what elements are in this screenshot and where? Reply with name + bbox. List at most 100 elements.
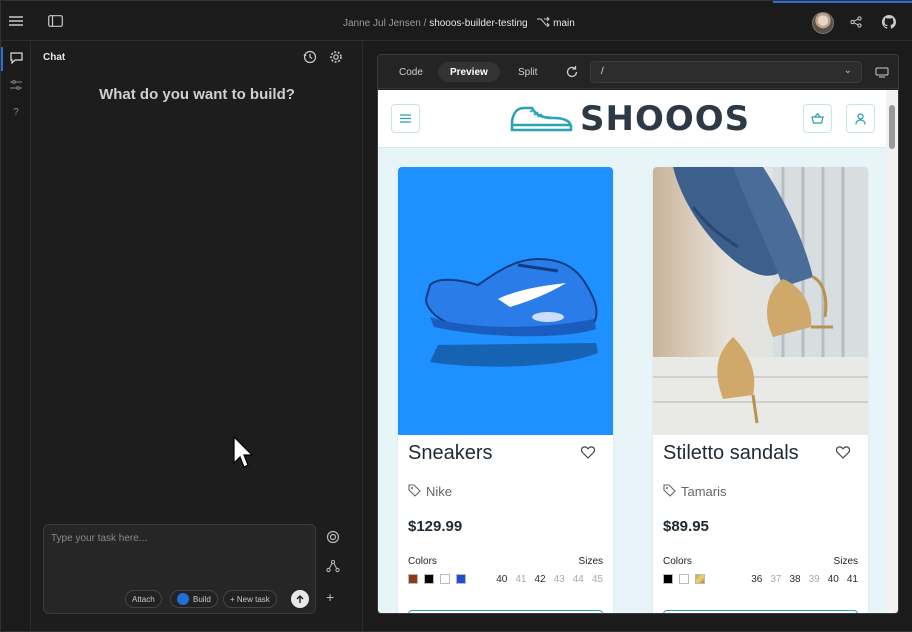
product-price: $89.95 — [663, 518, 709, 535]
site-logo-text[interactable]: SHOOOS — [580, 99, 750, 139]
preview-toolbar: Code Preview Split / ⌄ — [378, 55, 898, 89]
product-image-sneakers[interactable] — [398, 167, 613, 435]
arrow-up-icon — [296, 594, 304, 603]
github-icon[interactable] — [881, 14, 897, 30]
sneaker-logo-icon — [510, 106, 573, 132]
product-name: Stiletto sandals — [663, 442, 799, 464]
tab-preview[interactable]: Preview — [438, 62, 500, 82]
product-name: Sneakers — [408, 442, 493, 464]
user-icon — [855, 112, 866, 125]
sidebar-toggle-icon[interactable] — [46, 13, 64, 29]
build-mode-dot-icon — [177, 593, 189, 605]
hamburger-menu-icon[interactable] — [7, 13, 25, 29]
product-brand: Nike — [426, 484, 453, 499]
new-task-button[interactable]: + New task — [223, 590, 277, 608]
chat-title: Chat — [43, 52, 66, 63]
refresh-icon[interactable] — [565, 65, 579, 79]
user-avatar[interactable] — [812, 12, 834, 34]
chat-icon[interactable] — [8, 51, 24, 65]
site-viewport: SHOOOS Sneakers Nike $129.99 Colors Size… — [378, 90, 888, 613]
scrollbar-thumb[interactable] — [889, 105, 895, 149]
size-option: 39 — [808, 574, 820, 585]
color-swatches — [663, 574, 705, 584]
color-swatch[interactable] — [663, 574, 673, 584]
build-mode-button[interactable]: Build — [170, 590, 218, 608]
rail-active-indicator — [1, 47, 3, 71]
size-options: 40 41 42 43 44 45 — [496, 574, 603, 585]
size-option: 41 — [515, 574, 527, 585]
color-swatch[interactable] — [679, 574, 689, 584]
history-icon[interactable] — [302, 49, 318, 65]
branch-icon — [537, 16, 551, 28]
sizes-label: Sizes — [578, 556, 603, 567]
gear-icon[interactable] — [328, 49, 344, 65]
branch-name: main — [553, 18, 575, 29]
send-button[interactable] — [291, 590, 309, 608]
product-card[interactable]: Stiletto sandals Tamaris $89.95 Colors S… — [653, 167, 868, 613]
colors-label: Colors — [408, 556, 437, 567]
colors-label: Colors — [663, 556, 692, 567]
color-swatches — [408, 574, 466, 584]
user-name: Janne Jul Jensen — [343, 18, 421, 29]
hamburger-icon — [400, 114, 411, 123]
site-header: SHOOOS — [378, 90, 888, 148]
target-icon[interactable] — [326, 530, 340, 549]
heart-icon[interactable] — [580, 446, 596, 464]
color-swatch[interactable] — [424, 574, 434, 584]
plus-icon[interactable]: + — [326, 589, 334, 605]
size-option[interactable]: 40 — [496, 574, 507, 585]
size-option[interactable]: 36 — [751, 574, 762, 585]
graph-icon[interactable] — [326, 559, 340, 578]
breadcrumb: Janne Jul Jensen / shooos-builder-testin… — [343, 16, 575, 29]
size-option: 45 — [591, 574, 603, 585]
add-to-cart-button[interactable] — [408, 610, 603, 613]
color-swatch[interactable] — [456, 574, 466, 584]
add-to-cart-button[interactable] — [663, 610, 858, 613]
settings-sliders-icon[interactable] — [8, 78, 24, 92]
breadcrumb-separator: / — [423, 18, 427, 29]
size-option[interactable]: 41 — [847, 574, 858, 585]
heart-icon[interactable] — [835, 446, 851, 464]
color-swatch[interactable] — [695, 574, 705, 584]
tag-icon — [408, 484, 421, 502]
color-swatch[interactable] — [440, 574, 450, 584]
chevron-down-icon[interactable]: ⌄ — [844, 65, 852, 76]
product-brand: Tamaris — [681, 484, 727, 499]
size-options: 36 37 38 39 40 41 — [751, 574, 858, 585]
product-price: $129.99 — [408, 518, 463, 535]
size-option[interactable]: 40 — [828, 574, 839, 585]
size-option: 43 — [553, 574, 565, 585]
mouse-cursor-icon — [233, 436, 254, 468]
size-option[interactable]: 38 — [790, 574, 801, 585]
account-button[interactable] — [846, 104, 875, 133]
size-option[interactable]: 42 — [535, 574, 546, 585]
help-icon[interactable]: ? — [8, 105, 24, 119]
chat-empty-prompt: What do you want to build? — [99, 86, 295, 103]
url-bar[interactable]: / ⌄ — [590, 61, 862, 83]
task-input[interactable] — [51, 533, 309, 573]
share-icon[interactable] — [849, 15, 863, 29]
branch-selector[interactable]: main — [536, 16, 575, 29]
sizes-label: Sizes — [833, 556, 858, 567]
cart-button[interactable] — [803, 104, 832, 133]
left-rail: ? — [1, 41, 31, 631]
new-task-label: + New task — [230, 594, 270, 604]
task-composer: Attach Build + New task — [43, 524, 316, 614]
basket-icon — [811, 113, 824, 124]
tab-split[interactable]: Split — [506, 62, 549, 82]
preview-scrollbar[interactable] — [886, 90, 898, 613]
preview-frame: Code Preview Split / ⌄ SHOOOS Sneakers N… — [377, 54, 899, 614]
app-window: Janne Jul Jensen / shooos-builder-testin… — [0, 0, 912, 632]
site-menu-button[interactable] — [391, 104, 420, 133]
tab-code[interactable]: Code — [387, 62, 435, 82]
chat-panel: Chat What do you want to build? Attach B… — [31, 41, 363, 631]
product-card[interactable]: Sneakers Nike $129.99 Colors Sizes 40 41… — [398, 167, 613, 613]
size-option: 44 — [572, 574, 584, 585]
url-text: / — [601, 66, 604, 77]
attach-label: Attach — [132, 594, 155, 604]
attach-button[interactable]: Attach — [125, 590, 162, 608]
project-name[interactable]: shooos-builder-testing — [429, 18, 527, 29]
product-image-stiletto-sandals[interactable] — [653, 167, 868, 435]
device-toggle-icon[interactable] — [874, 66, 890, 78]
color-swatch[interactable] — [408, 574, 418, 584]
